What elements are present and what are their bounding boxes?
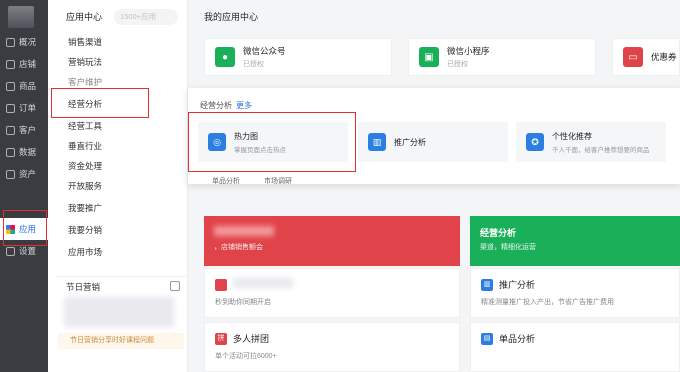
- subtab-single-product[interactable]: 单品分析: [212, 176, 240, 186]
- banner-title: 经营分析: [480, 228, 517, 238]
- bar-chart-icon: ▥: [368, 133, 386, 151]
- user-icon: [6, 125, 15, 135]
- nav-item-label: 资产: [19, 169, 37, 179]
- chart-icon: [6, 147, 15, 157]
- highlight-apps-nav: [3, 210, 47, 246]
- app-card-coupon[interactable]: ▭ 优惠券: [612, 38, 680, 76]
- app-block-title: 单品分析: [499, 334, 536, 344]
- menu-item[interactable]: 资金处理: [48, 156, 188, 176]
- highlight-menu-item: [51, 88, 149, 118]
- bag-icon: [6, 81, 15, 91]
- card-title: 微信公众号: [243, 46, 286, 56]
- shop-icon: [6, 59, 15, 69]
- single-analysis-icon: ▤: [481, 333, 493, 345]
- menu-item[interactable]: 经营工具: [48, 116, 188, 136]
- blurred-title: [233, 278, 293, 288]
- festival-title: 节日营销: [66, 282, 101, 292]
- wechat-icon: ●: [215, 47, 235, 67]
- blurred-title: [214, 226, 274, 236]
- menu-item[interactable]: 我要推广: [48, 198, 188, 218]
- main-area: 我的应用中心 ● 微信公众号 已授权 ▣ 微信小程序 已授权 ▭ 优惠券 经营分析更…: [188, 0, 680, 372]
- my-apps-row: ● 微信公众号已授权 ▣ 微信小程序已授权 ▭ 优惠券: [204, 38, 680, 76]
- card-sub: 已授权: [447, 61, 468, 68]
- monitor-icon: [6, 37, 15, 47]
- main-nav: 概况 店铺 商品 订单 客户 数据 资产 应用 设置: [0, 0, 48, 372]
- blurred-content: [64, 297, 174, 327]
- nav-item-goods[interactable]: 商品: [0, 75, 48, 97]
- festival-panel: 节日营销 节日营销分享时好课程问题: [56, 276, 186, 372]
- page-title: 我的应用中心: [204, 12, 259, 22]
- more-link[interactable]: 更多: [236, 101, 252, 110]
- nav-item-data[interactable]: 数据: [0, 141, 48, 163]
- banner-sub: ，店铺销售额会: [214, 244, 263, 251]
- nav-item-label: 设置: [19, 246, 37, 256]
- menu-item[interactable]: 营销玩法: [48, 52, 188, 72]
- nav-item-overview[interactable]: 概况: [0, 31, 48, 53]
- promo-icon: ▥: [481, 279, 493, 291]
- banner-sub: 渠道，精细化运营: [480, 244, 536, 251]
- menu-item[interactable]: 开放服务: [48, 176, 188, 196]
- coupon-icon: ▭: [623, 47, 643, 67]
- card-title: 个性化推荐: [552, 131, 592, 141]
- nav-item-label: 概况: [19, 37, 37, 47]
- calendar-icon[interactable]: [170, 281, 180, 291]
- app-block-single[interactable]: ▤ 单品分析: [470, 322, 680, 372]
- menu-item[interactable]: 销售渠道: [48, 32, 188, 52]
- wallet-icon: [6, 169, 15, 179]
- recommend-icon: ✪: [526, 133, 544, 151]
- app-card-recommend[interactable]: ✪ 个性化推荐千人千面，给客户推荐想要的商品: [516, 122, 666, 162]
- app-block-sub: 秒到助你同期开启: [215, 299, 271, 306]
- miniapp-icon: ▣: [419, 47, 439, 67]
- app-card-promo-analysis[interactable]: ▥ 推广分析: [358, 122, 508, 162]
- card-sub: 千人千面，给客户推荐想要的商品: [552, 146, 650, 154]
- app-card-miniapp[interactable]: ▣ 微信小程序已授权: [408, 38, 596, 76]
- card-sub: 已授权: [243, 61, 264, 68]
- gear-icon: [6, 246, 15, 256]
- nav-item-label: 客户: [19, 125, 37, 135]
- app-block-title: 推广分析: [499, 280, 536, 290]
- nav-item-orders[interactable]: 订单: [0, 97, 48, 119]
- order-icon: [6, 103, 15, 113]
- subtab-market-research[interactable]: 市场调研: [264, 176, 292, 186]
- app-block-promo[interactable]: ▥ 推广分析 精准测量推广投入产出，节省广告推广费用: [470, 268, 680, 318]
- highlight-heatmap-card: [188, 112, 356, 172]
- card-title: 推广分析: [394, 137, 426, 147]
- card-title: 微信小程序: [447, 46, 490, 56]
- nav-item-shop[interactable]: 店铺: [0, 53, 48, 75]
- nav-item-assets[interactable]: 资产: [0, 163, 48, 185]
- panel-heading-text: 经营分析: [200, 101, 232, 110]
- app-card-wechat[interactable]: ● 微信公众号已授权: [204, 38, 392, 76]
- store-avatar[interactable]: [8, 6, 34, 28]
- app-block[interactable]: 秒到助你同期开启: [204, 268, 460, 318]
- festival-note[interactable]: 节日营销分享时好课程问题: [58, 333, 184, 349]
- app-block-sub: 单个活动可拉6000+: [215, 353, 277, 360]
- nav-item-label: 店铺: [19, 59, 37, 69]
- app-block-sub: 精准测量推广投入产出，节省广告推广费用: [481, 299, 614, 306]
- app-block-icon: [215, 279, 227, 291]
- group-buy-icon: 拼: [215, 333, 227, 345]
- banner-green[interactable]: 经营分析 渠道，精细化运营: [470, 216, 680, 266]
- menu-item[interactable]: 我要分销: [48, 220, 188, 240]
- app-block-group-buy[interactable]: 拼 多人拼团 单个活动可拉6000+: [204, 322, 460, 372]
- card-title: 优惠券: [651, 52, 677, 62]
- nav-item-customers[interactable]: 客户: [0, 119, 48, 141]
- menu-item[interactable]: 应用市场: [48, 242, 188, 262]
- menu-item[interactable]: 垂直行业: [48, 136, 188, 156]
- banner-red[interactable]: ，店铺销售额会: [204, 216, 460, 266]
- app-block-title: 多人拼团: [233, 334, 270, 344]
- nav-item-label: 数据: [19, 147, 37, 157]
- app-root: 概况 店铺 商品 订单 客户 数据 资产 应用 设置 应用中心 1500+应用 …: [0, 0, 680, 372]
- nav-item-label: 商品: [19, 81, 37, 91]
- panel-heading: 经营分析 更多: [200, 100, 252, 111]
- app-search-input[interactable]: 1500+应用: [114, 9, 178, 25]
- nav-item-label: 订单: [19, 103, 37, 113]
